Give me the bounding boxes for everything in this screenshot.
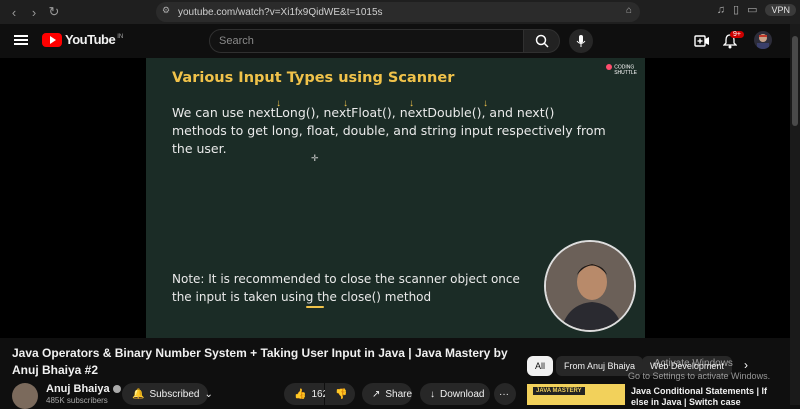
subscriber-count: 485K subscribers	[46, 396, 108, 405]
address-bar[interactable]: ⚙ youtube.com/watch?v=Xi1fx9QidWE&t=1015…	[156, 2, 640, 22]
verified-icon	[112, 385, 121, 394]
coding-shuttle-logo: CODING SHUTTLE	[606, 64, 637, 76]
wallet-icon[interactable]: ▭	[747, 3, 757, 16]
search-button[interactable]	[523, 29, 560, 53]
bookmark-icon[interactable]: ⌂	[626, 5, 632, 16]
more-icon: ···	[499, 388, 509, 400]
url-text: youtube.com/watch?v=Xi1fx9QidWE&t=1015s	[178, 6, 383, 18]
subscribed-button[interactable]: 🔔 Subscribed ⌄	[122, 383, 213, 405]
dislike-button[interactable]: 👎	[325, 383, 355, 405]
highlight-underline	[306, 306, 324, 308]
channel-avatar[interactable]	[12, 383, 38, 409]
vpn-button[interactable]: VPN	[765, 3, 796, 16]
browser-toolbar: ‹ › ↻ ⚙ youtube.com/watch?v=Xi1fx9QidWE&…	[0, 0, 800, 24]
microphone-icon	[576, 34, 586, 47]
logo-region: IN	[117, 33, 124, 40]
forward-icon[interactable]: ›	[24, 2, 44, 22]
bell-icon: 🔔	[132, 388, 145, 400]
cursor-icon: ✛	[311, 153, 319, 163]
video-player[interactable]: Various Input Types using Scanner CODING…	[0, 58, 790, 338]
youtube-logo[interactable]: YouTube IN	[42, 32, 123, 47]
page-scrollbar[interactable]	[790, 24, 800, 405]
scroll-thumb[interactable]	[792, 36, 798, 126]
video-slide: Various Input Types using Scanner CODING…	[146, 58, 645, 338]
channel-row: Anuj Bhaiya 485K subscribers 🔔 Subscribe…	[12, 381, 517, 409]
site-info-icon[interactable]: ⚙	[162, 5, 170, 16]
share-button[interactable]: ↗ Share	[362, 383, 412, 405]
download-button[interactable]: ↓ Download	[420, 383, 490, 405]
thumbnail-label: JAVA MASTERY	[533, 387, 585, 395]
chip-all[interactable]: All	[527, 356, 554, 376]
music-icon[interactable]: ♫	[717, 4, 725, 16]
more-actions-button[interactable]: ···	[494, 383, 516, 405]
download-icon: ↓	[430, 388, 435, 400]
chevron-down-icon: ⌄	[204, 388, 213, 400]
share-icon: ↗	[372, 388, 381, 400]
youtube-header: YouTube IN Search	[0, 24, 790, 58]
thumbs-up-icon: 👍	[294, 388, 307, 400]
search-placeholder: Search	[219, 35, 254, 47]
recommended-thumbnail[interactable]: JAVA MASTERY	[527, 384, 625, 405]
video-title: Java Operators & Binary Number System + …	[12, 346, 508, 377]
search-icon	[535, 34, 549, 48]
channel-name[interactable]: Anuj Bhaiya	[46, 383, 121, 395]
thumbs-down-icon: 👎	[335, 388, 348, 400]
user-avatar[interactable]	[754, 31, 772, 49]
presenter-webcam	[544, 240, 636, 332]
notification-badge: 9+	[730, 31, 744, 38]
slide-title: Various Input Types using Scanner	[172, 70, 455, 86]
download-label: Download	[440, 388, 485, 400]
share-label: Share	[385, 388, 413, 400]
menu-icon[interactable]	[14, 35, 28, 45]
sidebar-icon[interactable]: ▯	[733, 3, 739, 16]
back-icon[interactable]: ‹	[4, 2, 24, 22]
voice-search-button[interactable]	[569, 29, 593, 53]
play-logo-icon	[42, 32, 62, 47]
search-input[interactable]: Search	[209, 29, 524, 53]
reload-icon[interactable]: ↻	[44, 2, 64, 22]
logo-text: YouTube	[65, 32, 116, 47]
slide-note: Note: It is recommended to close the sca…	[172, 272, 520, 304]
like-button[interactable]: 👍 162	[284, 383, 328, 405]
slide-paragraph: We can use nextLong(), nextFloat(), next…	[172, 105, 606, 156]
activate-windows-watermark: Activate Windows Go to Settings to activ…	[628, 358, 771, 381]
create-icon[interactable]	[694, 33, 710, 49]
subscribed-label: Subscribed	[149, 388, 200, 400]
